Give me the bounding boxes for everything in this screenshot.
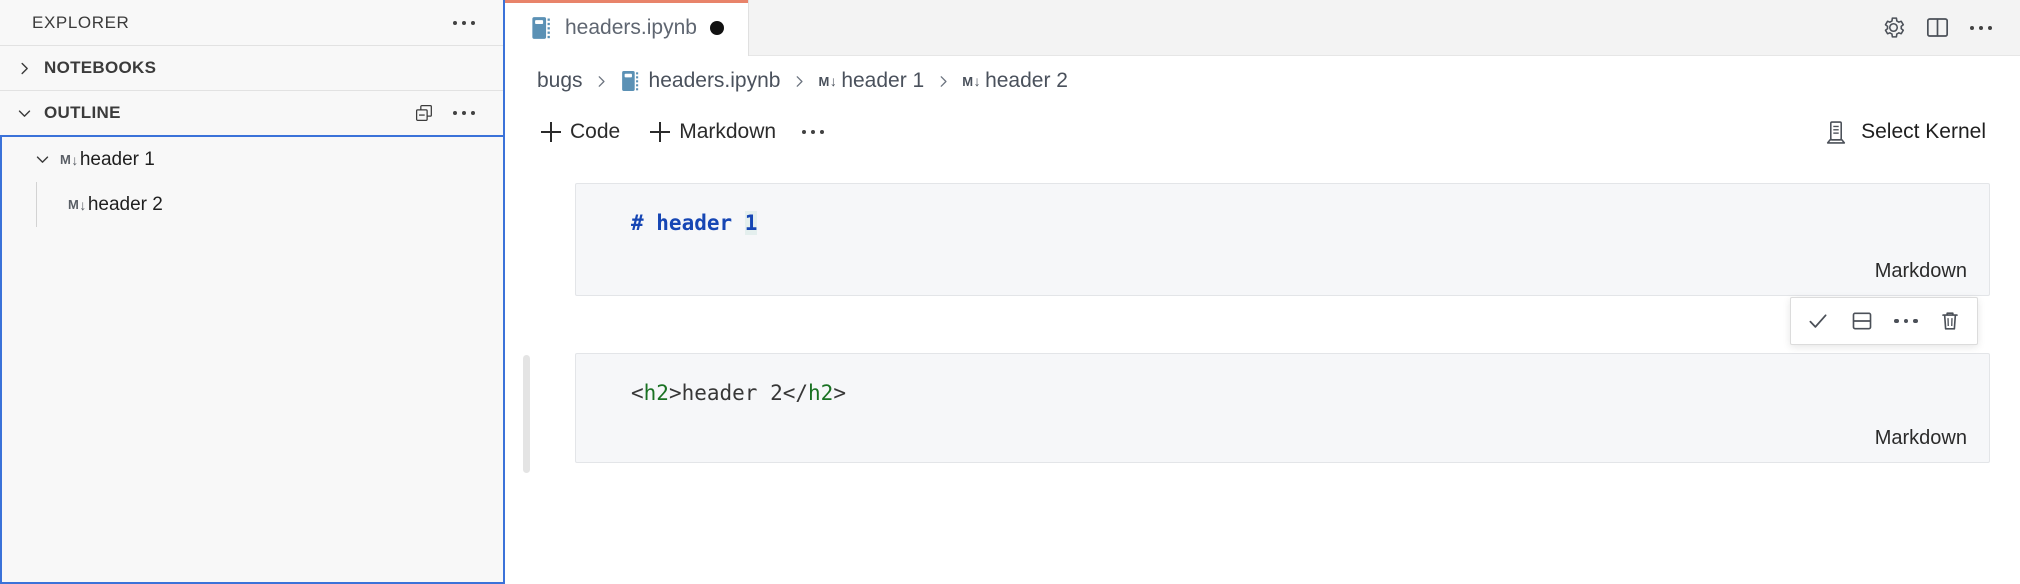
select-kernel-label: Select Kernel — [1861, 120, 1986, 143]
split-cell-button[interactable] — [1841, 301, 1883, 341]
notebook-cell-list[interactable]: # header 1 Markdown <h2>header 2</h2> Ma… — [505, 158, 2020, 584]
markdown-badge-icon: M ↓ — [68, 196, 86, 213]
breadcrumb-item-header-1[interactable]: M ↓ header 1 — [812, 67, 930, 95]
delete-cell-button[interactable] — [1929, 301, 1971, 341]
collapse-all-button[interactable] — [407, 96, 441, 130]
cell-editor-container[interactable]: <h2>header 2</h2> Markdown — [575, 353, 1990, 463]
outline-item-label: header 2 — [87, 193, 163, 215]
explorer-title-row: EXPLORER — [0, 0, 503, 45]
chevron-right-icon — [10, 54, 38, 82]
code-token-heading: # header — [631, 211, 745, 235]
breadcrumb-label: header 2 — [985, 69, 1068, 92]
code-token-bracket: > — [833, 381, 846, 405]
plus-icon — [541, 122, 561, 142]
cell-more-actions-button[interactable] — [1885, 301, 1927, 341]
cell-language-label[interactable]: Markdown — [1875, 427, 1967, 450]
ellipsis-icon — [453, 20, 475, 25]
add-code-cell-button[interactable]: Code — [531, 116, 630, 148]
chevron-down-icon — [10, 99, 38, 127]
chevron-right-icon — [786, 74, 812, 89]
explorer-more-actions-button[interactable] — [447, 6, 481, 40]
cell-source-code[interactable]: <h2>header 2</h2> — [631, 381, 846, 405]
editor-actions — [1876, 0, 2020, 56]
markdown-badge-icon: M ↓ — [818, 73, 837, 89]
markdown-badge-icon: M ↓ — [60, 151, 78, 168]
chevron-right-icon — [930, 74, 956, 89]
cell-source-code[interactable]: # header 1 — [631, 211, 758, 235]
editor-group: headers.ipynb bugs headers.ipynb M ↓ hea… — [505, 0, 2020, 584]
tab-dirty-indicator[interactable] — [709, 21, 724, 35]
code-token-tagname: h2 — [808, 381, 834, 405]
breadcrumb-item-header-2[interactable]: M ↓ header 2 — [956, 67, 1074, 95]
ellipsis-icon — [1894, 318, 1918, 324]
sidebar-section-notebooks-label: NOTEBOOKS — [44, 58, 157, 77]
cell-focus-indicator — [523, 355, 530, 473]
notebook-settings-button[interactable] — [1876, 11, 1910, 45]
breadcrumb: bugs headers.ipynb M ↓ header 1 M ↓ head… — [505, 56, 2020, 106]
chevron-down-icon[interactable] — [28, 146, 56, 174]
editor-tab-bar: headers.ipynb — [505, 0, 2020, 56]
breadcrumb-label: header 1 — [841, 69, 925, 92]
breadcrumb-item-file[interactable]: headers.ipynb — [615, 67, 787, 95]
add-code-cell-label: Code — [570, 120, 621, 143]
code-token-heading-highlight: 1 — [744, 211, 758, 235]
tab-label: headers.ipynb — [565, 16, 697, 39]
notebook-toolbar: Code Markdown Select Kernel — [505, 106, 2020, 158]
explorer-sidebar: EXPLORER NOTEBOOKS OUTLINE M ↓ header 1 … — [0, 0, 505, 584]
outline-item-header-1[interactable]: M ↓ header 1 — [2, 137, 503, 182]
breadcrumb-item-folder[interactable]: bugs — [531, 67, 589, 95]
tab-headers-ipynb[interactable]: headers.ipynb — [505, 0, 749, 56]
add-markdown-cell-label: Markdown — [679, 120, 777, 143]
run-cell-button[interactable] — [1797, 301, 1839, 341]
notebook-cell-1[interactable]: <h2>header 2</h2> Markdown — [505, 297, 2020, 518]
notebook-toolbar-more-button[interactable] — [796, 115, 830, 149]
sidebar-section-outline-label: OUTLINE — [44, 103, 121, 122]
cell-editor-container[interactable]: # header 1 Markdown — [575, 183, 1990, 296]
kernel-icon — [1824, 120, 1848, 145]
outline-item-header-2[interactable]: M ↓ header 2 — [2, 182, 503, 227]
ellipsis-icon — [802, 130, 825, 134]
outline-item-label: header 1 — [79, 148, 155, 170]
markdown-badge-icon: M ↓ — [962, 73, 981, 89]
code-token-bracket: < — [631, 381, 644, 405]
notebook-toolbar-left: Code Markdown — [531, 115, 830, 149]
add-markdown-cell-button[interactable]: Markdown — [640, 116, 786, 148]
sidebar-section-notebooks[interactable]: NOTEBOOKS — [0, 45, 503, 90]
sidebar-section-outline[interactable]: OUTLINE — [0, 90, 503, 135]
ellipsis-icon — [1970, 25, 1992, 30]
split-editor-button[interactable] — [1920, 11, 1954, 45]
outline-more-actions-button[interactable] — [447, 96, 481, 130]
code-token-tagname: h2 — [643, 381, 669, 405]
breadcrumb-label: bugs — [537, 69, 583, 92]
select-kernel-button[interactable]: Select Kernel — [1812, 115, 1998, 150]
notebook-icon — [531, 16, 552, 40]
outline-tree[interactable]: M ↓ header 1 M ↓ header 2 — [0, 135, 503, 584]
tree-indent-guide — [36, 182, 37, 227]
chevron-right-icon — [589, 74, 615, 89]
plus-icon — [650, 122, 671, 142]
vscode-window: EXPLORER NOTEBOOKS OUTLINE M ↓ header 1 … — [0, 0, 2020, 584]
editor-more-actions-button[interactable] — [1964, 11, 1998, 45]
ellipsis-icon — [453, 111, 475, 115]
cell-action-toolbar — [1790, 297, 1978, 345]
code-token-text: >header 2</ — [668, 381, 809, 405]
tab-bar-spacer — [748, 0, 1876, 56]
breadcrumb-label: headers.ipynb — [648, 69, 781, 92]
explorer-title: EXPLORER — [32, 12, 130, 32]
notebook-icon — [621, 70, 640, 92]
cell-language-label[interactable]: Markdown — [1875, 260, 1967, 283]
outline-section-actions — [407, 96, 481, 130]
